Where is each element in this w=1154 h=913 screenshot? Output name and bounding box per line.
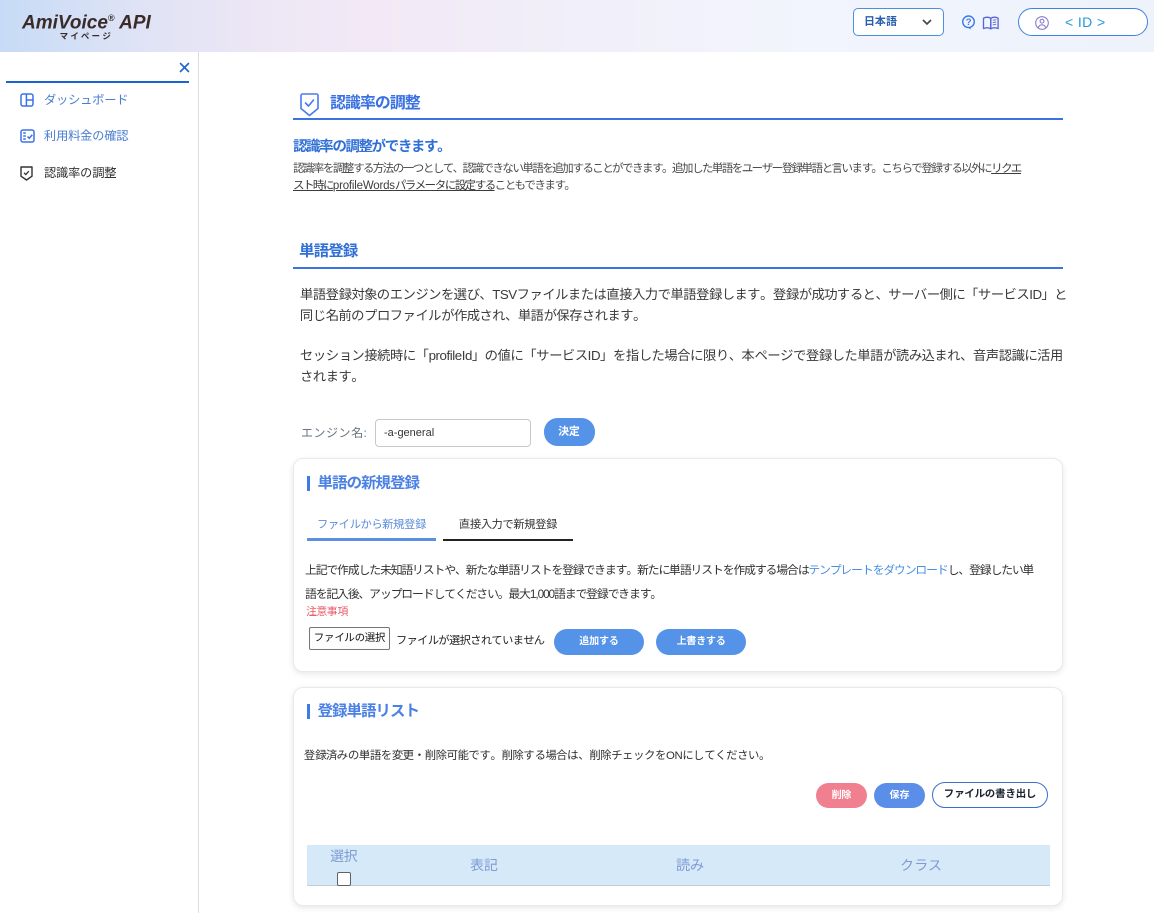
svg-text:?: ?: [966, 17, 972, 28]
